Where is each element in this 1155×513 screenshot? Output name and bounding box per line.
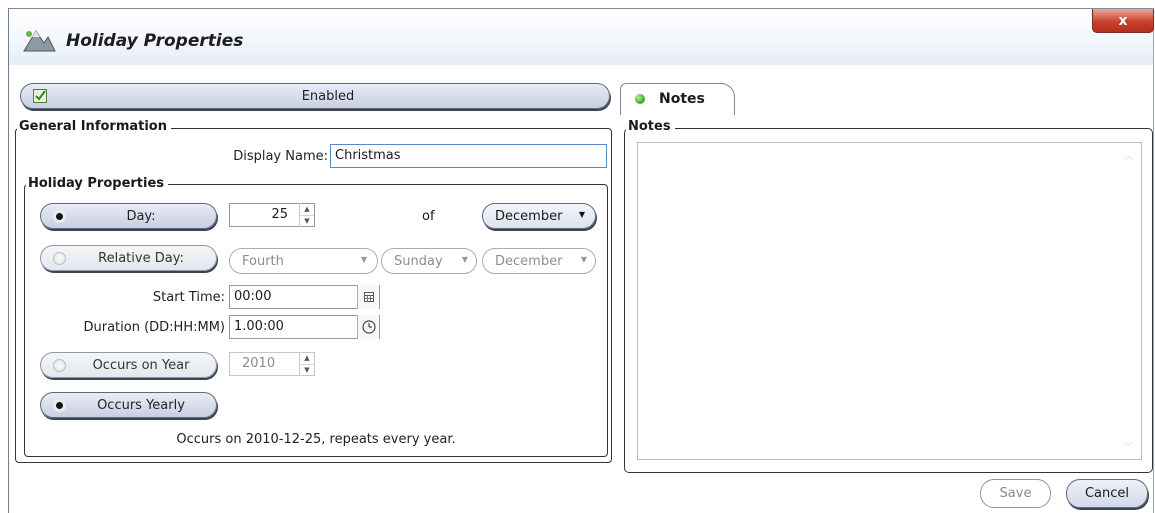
relative-month-value: December [495, 253, 563, 269]
scroll-up-icon[interactable]: ︿ [1124, 149, 1133, 162]
window-title: Holiday Properties [66, 31, 244, 51]
occurs-yearly-radio[interactable]: Occurs Yearly [40, 392, 217, 418]
day-month-select[interactable]: December ▼ [482, 203, 596, 229]
enabled-toggle[interactable]: Enabled [20, 83, 610, 109]
day-label: Day: [126, 208, 156, 224]
enabled-label: Enabled [301, 88, 355, 104]
general-information-legend: General Information [17, 119, 171, 134]
radio-unselected-icon [53, 358, 66, 372]
scroll-down-icon[interactable]: ﹀ [1124, 440, 1133, 453]
relative-month-select[interactable]: December ▼ [482, 248, 596, 274]
close-button[interactable]: x [1092, 9, 1154, 33]
day-radio[interactable]: Day: [40, 203, 217, 229]
day-spinner[interactable]: ▲ ▼ [299, 203, 314, 227]
radio-unselected-icon [53, 251, 66, 265]
spin-down-icon[interactable]: ▼ [300, 365, 314, 377]
tab-notes-label: Notes [659, 91, 705, 107]
holiday-mountain-icon [23, 30, 56, 52]
relative-day-label: Relative Day: [98, 250, 184, 266]
close-icon: x [1118, 12, 1128, 29]
checkbox-check-icon [33, 89, 47, 103]
green-dot-icon [635, 94, 645, 104]
window-frame-right [1153, 8, 1154, 513]
cancel-button[interactable]: Cancel [1066, 479, 1148, 508]
clock-icon [361, 320, 376, 334]
notes-legend: Notes [626, 119, 675, 134]
clock-button[interactable] [357, 315, 379, 339]
holiday-properties-legend: Holiday Properties [26, 176, 169, 191]
notes-textarea[interactable]: ︿ ﹀ [637, 142, 1142, 460]
calendar-icon [363, 292, 374, 302]
window-frame-left [8, 8, 9, 513]
spin-down-icon[interactable]: ▼ [300, 216, 314, 228]
chevron-down-icon: ▼ [461, 255, 468, 264]
save-button[interactable]: Save [980, 479, 1051, 508]
occurs-yearly-label: Occurs Yearly [97, 397, 185, 413]
spin-up-icon[interactable]: ▲ [300, 203, 314, 216]
occurrence-summary: Occurs on 2010-12-25, repeats every year… [176, 432, 456, 447]
tab-notes[interactable]: Notes [620, 83, 735, 115]
title-bar: Holiday Properties x [9, 9, 1154, 65]
relative-weekday-select[interactable]: Sunday ▼ [381, 248, 477, 274]
day-month-value: December [495, 208, 563, 224]
spin-up-icon[interactable]: ▲ [300, 352, 314, 365]
radio-selected-icon [53, 398, 66, 412]
relative-day-radio[interactable]: Relative Day: [40, 245, 217, 271]
radio-selected-icon [53, 209, 66, 223]
of-text: of [422, 209, 435, 224]
display-name-input[interactable]: Christmas [330, 144, 607, 168]
relative-weekday-value: Sunday [394, 253, 443, 269]
chevron-down-icon: ▼ [578, 210, 585, 219]
occurs-on-year-label: Occurs on Year [92, 357, 190, 373]
occurs-on-year-radio[interactable]: Occurs on Year [40, 352, 217, 378]
year-spinner[interactable]: ▲ ▼ [299, 352, 314, 376]
start-time-label: Start Time: [152, 290, 225, 305]
relative-ordinal-select[interactable]: Fourth ▼ [229, 248, 378, 274]
display-name-label: Display Name: [233, 149, 328, 164]
relative-ordinal-value: Fourth [242, 253, 284, 269]
chevron-down-icon: ▼ [580, 255, 587, 264]
duration-label: Duration (DD:HH:MM) [83, 320, 225, 335]
calendar-button[interactable] [357, 285, 379, 309]
year-value: 2010 [242, 356, 276, 371]
day-number-value: 25 [271, 207, 288, 222]
chevron-down-icon: ▼ [360, 255, 367, 264]
